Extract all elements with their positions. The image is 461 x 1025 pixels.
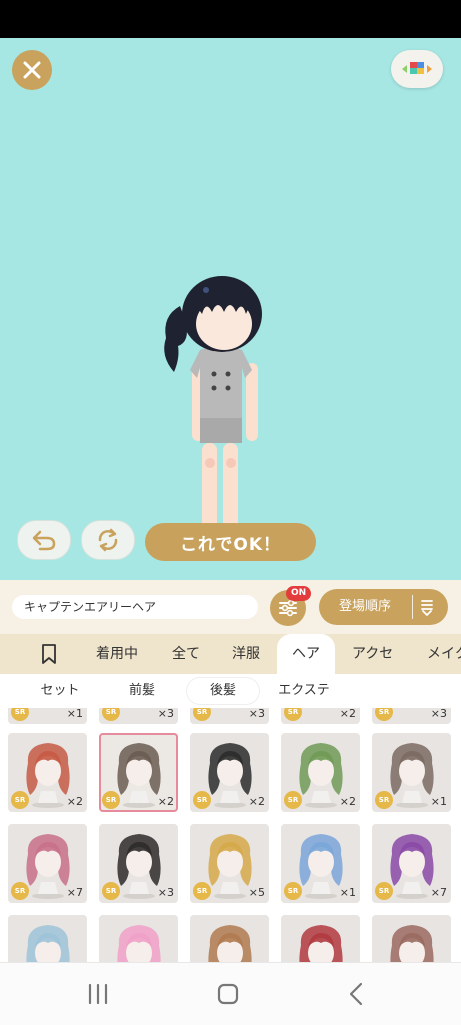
avatar-figure — [164, 276, 262, 558]
item-card[interactable]: SR ×5 — [190, 824, 269, 903]
item-card[interactable]: SR ×3 — [372, 708, 451, 724]
item-card[interactable]: SR ×7 — [8, 824, 87, 903]
item-count: ×2 — [157, 795, 174, 808]
item-card[interactable]: SR ×7 — [372, 824, 451, 903]
item-count: ×5 — [248, 886, 265, 899]
rarity-badge: SR — [284, 882, 302, 900]
sort-label: 登場順序 — [339, 599, 392, 614]
item-card[interactable]: SR ×2 — [190, 733, 269, 812]
rarity-badge: SR — [102, 708, 120, 721]
rotate-icon — [98, 528, 118, 552]
rotate-button[interactable] — [81, 520, 135, 560]
item-card[interactable]: SR ×1 — [281, 824, 360, 903]
rarity-badge: SR — [375, 791, 393, 809]
avatar-stage: これでOK！ — [0, 38, 461, 580]
rarity-badge: SR — [11, 708, 29, 721]
sort-button[interactable]: 登場順序 — [319, 589, 448, 625]
tab-bookmark[interactable] — [38, 643, 60, 665]
info-bar: キャプテンエアリーヘア ON 登場順序 — [0, 580, 461, 634]
item-card[interactable]: SR ×1 — [372, 733, 451, 812]
item-count: ×1 — [66, 708, 83, 720]
tab-accessories[interactable]: アクセ — [352, 634, 393, 674]
rarity-badge: SR — [284, 791, 302, 809]
item-card[interactable]: SR ×2 — [281, 708, 360, 724]
rarity-badge: SR — [11, 791, 29, 809]
item-card-selected[interactable]: SR ×2 — [99, 733, 178, 812]
tab-makeup[interactable]: メイク — [427, 634, 461, 674]
category-tabs: 着用中 全て 洋服 ヘア アクセ メイク — [0, 634, 461, 674]
item-card[interactable] — [190, 915, 269, 962]
item-count: ×1 — [430, 795, 447, 808]
hair-preview — [26, 925, 70, 962]
subtab-back-hair[interactable]: 後髪 — [187, 678, 259, 704]
item-card[interactable]: SR ×1 — [8, 708, 87, 724]
item-count: ×3 — [248, 708, 265, 720]
filter-on-badge: ON — [286, 586, 312, 601]
item-count: ×7 — [430, 886, 447, 899]
item-grid: SR ×1 SR ×3 SR ×3 SR ×2 SR ×3 SR ×2 SR ×2 SR… — [0, 708, 461, 962]
item-card[interactable]: SR ×2 — [8, 733, 87, 812]
home-icon[interactable] — [216, 982, 240, 1006]
item-card[interactable]: SR ×3 — [190, 708, 269, 724]
item-count: ×3 — [430, 708, 447, 720]
rarity-badge: SR — [102, 791, 120, 809]
sort-order-icon[interactable] — [419, 598, 435, 616]
tab-wearing[interactable]: 着用中 — [96, 634, 138, 674]
tab-clothes[interactable]: 洋服 — [232, 634, 260, 674]
item-count: ×2 — [248, 795, 265, 808]
close-button[interactable] — [12, 50, 52, 90]
item-count: ×2 — [339, 708, 356, 720]
item-count: ×3 — [157, 886, 174, 899]
rarity-badge: SR — [193, 882, 211, 900]
back-icon[interactable] — [346, 982, 366, 1006]
item-count: ×3 — [157, 708, 174, 720]
view-toggle-icon — [402, 62, 432, 74]
hair-preview — [299, 925, 343, 962]
item-card[interactable] — [8, 915, 87, 962]
subtab-extensions[interactable]: エクステ — [266, 678, 342, 704]
item-card[interactable] — [372, 915, 451, 962]
subtab-front-hair[interactable]: 前髪 — [106, 678, 178, 704]
item-card[interactable]: SR ×3 — [99, 824, 178, 903]
rarity-badge: SR — [193, 791, 211, 809]
tab-all[interactable]: 全て — [172, 634, 200, 674]
bookmark-icon — [42, 644, 56, 664]
item-card[interactable] — [99, 915, 178, 962]
view-toggle-button[interactable] — [391, 50, 443, 88]
rarity-badge: SR — [193, 708, 211, 721]
item-count: ×2 — [66, 795, 83, 808]
undo-button[interactable] — [17, 520, 71, 560]
confirm-button[interactable]: これでOK！ — [145, 523, 316, 561]
filter-sliders-icon — [279, 599, 297, 617]
item-count: ×7 — [66, 886, 83, 899]
item-count: ×2 — [339, 795, 356, 808]
rarity-badge: SR — [375, 708, 393, 721]
sort-divider — [412, 595, 413, 619]
hair-preview — [117, 925, 161, 962]
hair-preview — [390, 925, 434, 962]
hair-preview — [208, 925, 252, 962]
rarity-badge: SR — [284, 708, 302, 721]
item-name-field: キャプテンエアリーヘア — [12, 595, 258, 619]
android-nav-bar — [0, 962, 461, 1025]
item-card[interactable]: SR ×3 — [99, 708, 178, 724]
tab-hair[interactable]: ヘア — [277, 634, 335, 674]
rarity-badge: SR — [375, 882, 393, 900]
item-card[interactable] — [281, 915, 360, 962]
status-bar — [0, 0, 461, 38]
rarity-badge: SR — [11, 882, 29, 900]
rarity-badge: SR — [102, 882, 120, 900]
item-count: ×1 — [339, 886, 356, 899]
close-icon — [23, 61, 41, 79]
undo-icon — [32, 530, 56, 551]
hair-subtabs: セット 前髪 後髪 エクステ — [0, 674, 461, 708]
item-card[interactable]: SR ×2 — [281, 733, 360, 812]
recent-apps-icon[interactable] — [86, 983, 110, 1005]
subtab-set[interactable]: セット — [24, 678, 96, 704]
